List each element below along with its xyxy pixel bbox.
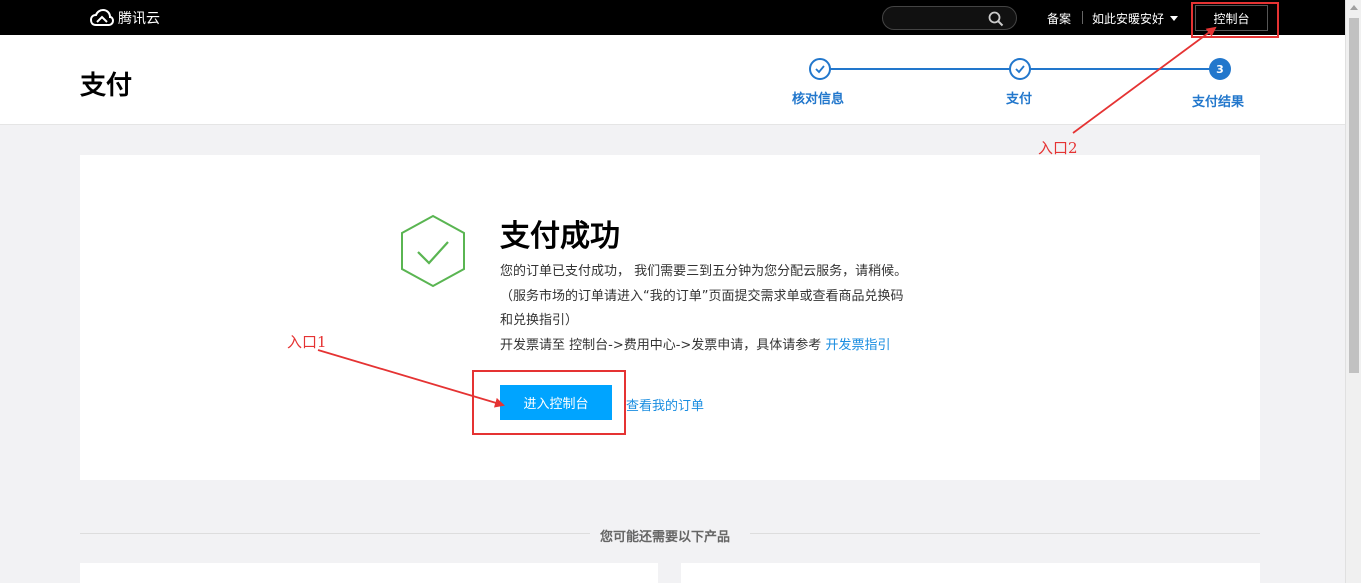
annotation-label-entry1: 入口1 <box>287 333 327 351</box>
annotation-arrow-entry1 <box>317 349 505 408</box>
annotation-arrows <box>317 26 1217 408</box>
annotation-label-entry2: 入口2 <box>1038 139 1078 157</box>
annotation-arrow-entry2 <box>1072 26 1217 134</box>
